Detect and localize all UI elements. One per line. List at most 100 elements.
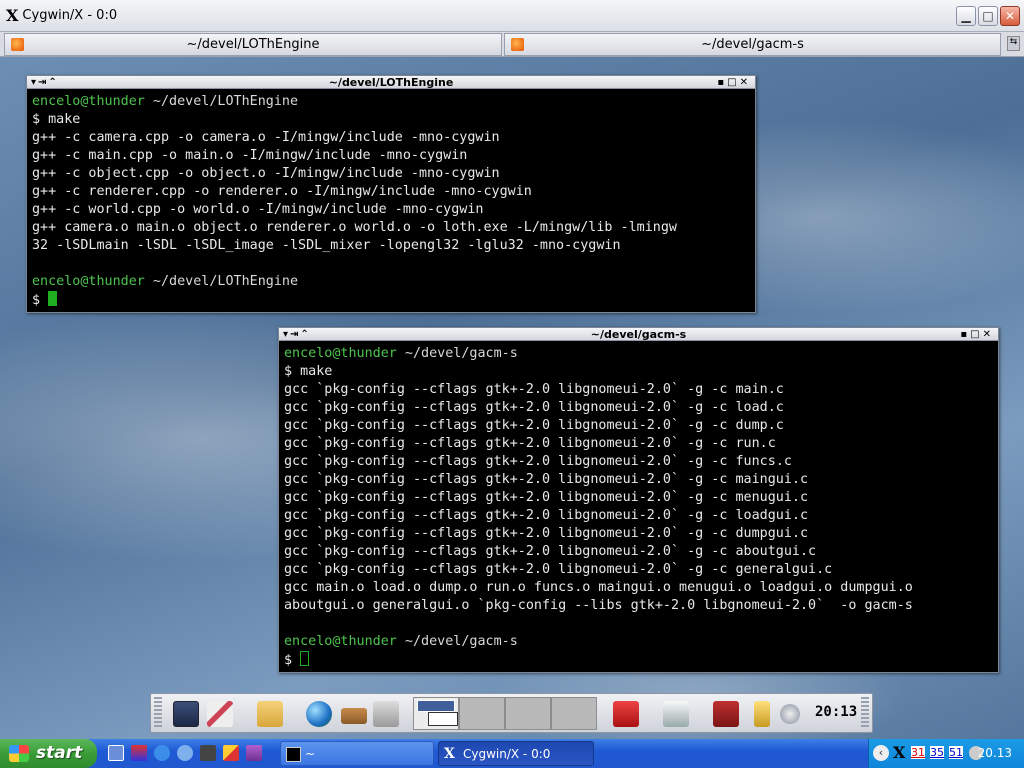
tab-label: ~/devel/gacm-s [701,37,804,52]
terminal-line: g++ -c world.cpp -o world.o -I/mingw/inc… [32,201,753,219]
terminal-line: g++ -c camera.cpp -o camera.o -I/mingw/i… [32,129,753,147]
terminal-line: $ make [32,111,753,129]
terminal-text: gcc `pkg-config --cflags gtk+-2.0 libgno… [284,472,809,487]
web-browser-icon[interactable] [306,701,332,727]
start-button[interactable]: start [0,739,97,768]
close-button[interactable]: ✕ [1000,6,1020,26]
minimize-button[interactable]: ▁ [956,6,976,26]
terminal-line: $ make [284,363,996,381]
terminal-line: gcc `pkg-config --cflags gtk+-2.0 libgno… [284,453,996,471]
terminal-output[interactable]: encelo@thunder ~/devel/gacm-s $ make gcc `… [284,345,996,670]
terminal-titlebar[interactable]: ▾⇥⌃ ~/devel/LOThEngine ▪□✕ [27,76,755,89]
folder-icon[interactable] [257,701,283,727]
terminal-line: gcc `pkg-config --cflags gtk+-2.0 libgno… [284,417,996,435]
panel-clock[interactable]: 20:13 [815,704,857,720]
terminal-output[interactable]: encelo@thunder ~/devel/LOThEngine $ make g… [32,93,753,310]
quicklaunch-app-icon[interactable] [131,745,147,761]
window-menu-icon[interactable]: ▾⇥⌃ [283,328,311,341]
x-task-icon: X [444,746,455,762]
package-icon[interactable] [341,708,367,724]
terminal-window-controls[interactable]: ▪□✕ [717,76,751,89]
tray-calendar-icon[interactable]: 35 [930,746,944,759]
terminal-text: $ [284,653,301,668]
terminal-text: gcc `pkg-config --cflags gtk+-2.0 libgno… [284,526,809,541]
shield-icon[interactable] [200,745,216,761]
desktop-panel: 20:13 [150,693,873,733]
tray-calendar-icon[interactable]: 51 [949,746,963,759]
terminal-title: ~/devel/LOThEngine [328,76,454,89]
terminal-app-icon [11,38,24,51]
prompt-user: encelo@thunder [284,346,397,361]
terminal-text: $ make [32,112,81,127]
prompt-path: ~/devel/gacm-s [396,634,518,649]
workspace-1[interactable] [413,697,459,730]
workspace-4[interactable] [551,697,597,730]
terminal-text: gcc `pkg-config --cflags gtk+-2.0 libgno… [284,490,809,505]
maximize-button[interactable]: □ [978,6,998,26]
terminal-line: gcc `pkg-config --cflags gtk+-2.0 libgno… [284,525,996,543]
terminal-text: gcc `pkg-config --cflags gtk+-2.0 libgno… [284,544,817,559]
terminal-line: gcc `pkg-config --cflags gtk+-2.0 libgno… [284,543,996,561]
tray-x-icon[interactable]: X [893,743,905,762]
workspace-2[interactable] [459,697,505,730]
tab-scroll-icon[interactable]: ⇆ [1007,36,1020,51]
tray-clock[interactable]: 20.13 [978,746,1012,760]
image-viewer-icon[interactable] [373,701,399,727]
power-icon[interactable] [780,704,800,724]
terminal-task-icon [286,747,301,762]
terminal-text: $ make [284,364,333,379]
terminal-line: encelo@thunder ~/devel/LOThEngine [32,93,753,111]
prompt-user: encelo@thunder [284,634,397,649]
terminal-text: gcc `pkg-config --cflags gtk+-2.0 libgno… [284,418,784,433]
window-controls: ▁ □ ✕ [956,6,1020,26]
terminal-text: $ [32,293,49,308]
terminal-line: gcc main.o load.o dump.o run.o funcs.o m… [284,579,996,597]
lock-icon[interactable] [754,701,770,727]
show-desktop-icon[interactable] [108,745,124,761]
task-label: Cygwin/X - 0:0 [463,747,551,761]
text-editor-icon[interactable] [207,701,233,727]
workspace-3[interactable] [505,697,551,730]
terminal-line: gcc `pkg-config --cflags gtk+-2.0 libgno… [284,471,996,489]
book-icon[interactable] [713,701,739,727]
panel-handle[interactable] [861,697,869,729]
terminal-line: $ [284,651,996,669]
terminal-text: gcc `pkg-config --cflags gtk+-2.0 libgno… [284,454,792,469]
terminal-line: aboutgui.o generalgui.o `pkg-config --li… [284,597,996,615]
terminal-title: ~/devel/gacm-s [590,328,687,341]
terminal-icon[interactable] [173,701,199,727]
taskbar-task-cygwin-x[interactable]: X Cygwin/X - 0:0 [438,741,594,766]
tab-label: ~/devel/LOThEngine [186,37,320,52]
taskbar-task-terminal[interactable]: ~ [280,741,434,766]
cygwin-x-titlebar[interactable]: X Cygwin/X - 0:0 ▁ □ ✕ [0,0,1024,32]
tray-collapse-icon[interactable]: ‹ [873,745,889,761]
terminal-line: gcc `pkg-config --cflags gtk+-2.0 libgno… [284,561,996,579]
tab-lothengine[interactable]: ~/devel/LOThEngine [4,33,502,56]
terminal-titlebar[interactable]: ▾⇥⌃ ~/devel/gacm-s ▪□✕ [279,328,998,341]
printer-icon[interactable] [663,701,689,727]
terminal-window-controls[interactable]: ▪□✕ [960,328,994,341]
tab-gacm-s[interactable]: ~/devel/gacm-s [504,33,1001,56]
terminal-text: gcc `pkg-config --cflags gtk+-2.0 libgno… [284,562,833,577]
terminal-text: g++ camera.o main.o object.o renderer.o … [32,220,677,235]
terminal-text: g++ -c world.cpp -o world.o -I/mingw/inc… [32,202,484,217]
quicklaunch-tool-icon[interactable] [246,745,262,761]
window-menu-icon[interactable]: ▾⇥⌃ [31,76,59,89]
tray-calendar-icon[interactable]: 31 [911,746,925,759]
internet-explorer-icon[interactable] [154,745,170,761]
pencil-icon[interactable] [223,745,239,761]
prompt-user: encelo@thunder [32,94,145,109]
prompt-path: ~/devel/LOThEngine [144,274,299,289]
terminal-text: g++ -c camera.cpp -o camera.o -I/mingw/i… [32,130,500,145]
terminal-text: g++ -c object.cpp -o object.o -I/mingw/i… [32,166,500,181]
terminal-window-gacm-s[interactable]: ▾⇥⌃ ~/devel/gacm-s ▪□✕ encelo@thunder ~/… [278,327,999,673]
system-tray: ‹ X 31 35 51 20.13 [868,739,1024,768]
refresh-icon[interactable] [177,745,193,761]
terminal-line: g++ -c main.cpp -o main.o -I/mingw/inclu… [32,147,753,165]
terminal-window-lothengine[interactable]: ▾⇥⌃ ~/devel/LOThEngine ▪□✕ encelo@thunde… [26,75,756,313]
x-logo-icon: X [6,6,19,25]
panel-handle[interactable] [154,697,162,729]
terminal-text: 32 -lSDLmain -lSDL -lSDL_image -lSDL_mix… [32,238,621,253]
windows-logo-icon [9,745,29,762]
toolbox-icon[interactable] [613,701,639,727]
